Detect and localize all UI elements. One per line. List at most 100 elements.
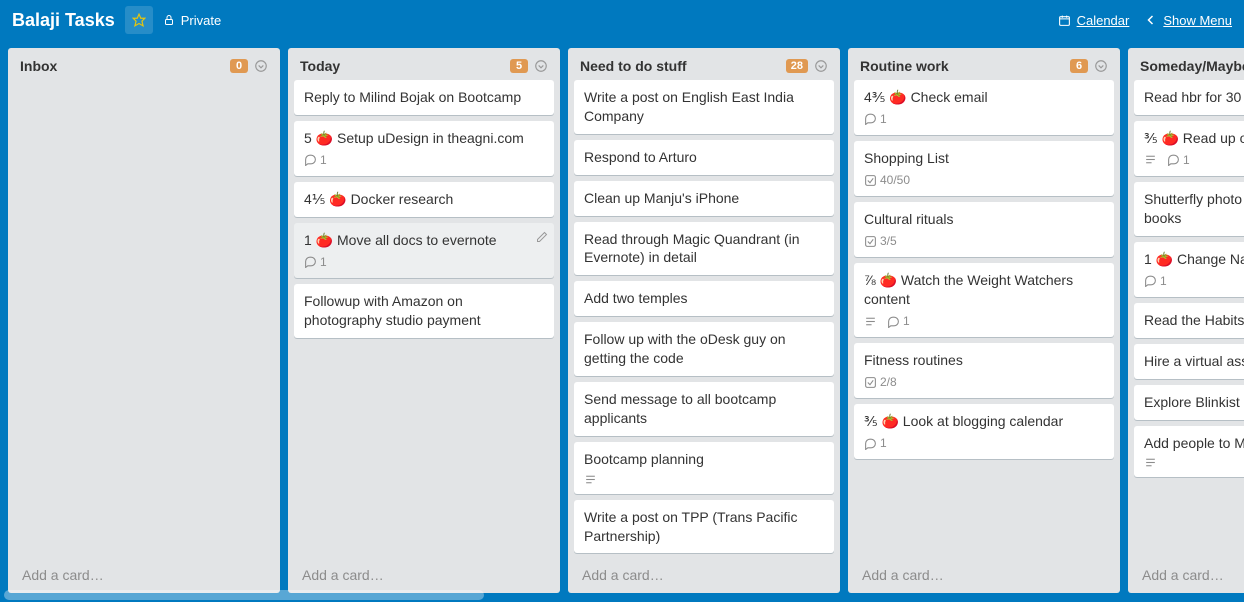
- list-header[interactable]: Inbox0: [14, 54, 274, 80]
- card[interactable]: 5 🍅 Setup uDesign in theagni.com 1: [294, 121, 554, 176]
- list: Today5Reply to Milind Bojak on Bootcamp 5…: [288, 48, 560, 593]
- card[interactable]: 1 🍅 Change Na subscription to M1: [1134, 242, 1244, 297]
- board-canvas[interactable]: Inbox0Add a card…Today5Reply to Milind B…: [0, 44, 1244, 602]
- add-card-button[interactable]: Add a card…: [854, 561, 1114, 589]
- privacy-label: Private: [181, 13, 221, 28]
- card[interactable]: Write a post on English East India Compa…: [574, 80, 834, 134]
- card-badges: [1144, 456, 1244, 469]
- checklist-badge: 40/50: [864, 172, 910, 188]
- card[interactable]: Add two temples: [574, 281, 834, 316]
- cards-container: Reply to Milind Bojak on Bootcamp 5 🍅 Set…: [294, 80, 554, 561]
- card[interactable]: Bootcamp planning: [574, 442, 834, 494]
- comment-icon: [304, 255, 317, 268]
- card[interactable]: Read the Habits: [1134, 303, 1244, 338]
- list: Someday/MaybeRead hbr for 30 m ⅗ 🍅 Read u…: [1128, 48, 1244, 593]
- list-menu-button[interactable]: [814, 59, 828, 73]
- card[interactable]: Clean up Manju's iPhone: [574, 181, 834, 216]
- add-card-button[interactable]: Add a card…: [14, 561, 274, 589]
- list: Need to do stuff28 Write a post on Englis…: [568, 48, 840, 593]
- card-text: 4⅕ 🍅 Docker research: [304, 190, 544, 209]
- comment-icon: [304, 153, 317, 166]
- card-text: ⅗ 🍅 Look at blogging calendar: [864, 412, 1104, 431]
- card[interactable]: Add people to M website: [1134, 426, 1244, 478]
- list-header[interactable]: Today5: [294, 54, 554, 80]
- chevron-down-icon: [1094, 59, 1108, 73]
- card-badges: [584, 473, 824, 486]
- edit-card-button[interactable]: [536, 231, 548, 243]
- comment-icon: [864, 112, 877, 125]
- card-badges: 3/5: [864, 233, 1104, 249]
- list-header[interactable]: Someday/Maybe: [1134, 54, 1244, 80]
- card[interactable]: ⅗ 🍅 Look at blogging calendar1: [854, 404, 1114, 459]
- chevron-down-icon: [534, 59, 548, 73]
- card-text: Add two temples: [584, 289, 824, 308]
- card[interactable]: Read hbr for 30 m: [1134, 80, 1244, 115]
- list-title: Inbox: [20, 58, 230, 74]
- card[interactable]: Fitness routines2/8: [854, 343, 1114, 398]
- description-icon: [1144, 456, 1157, 469]
- card-text: Clean up Manju's iPhone: [584, 189, 824, 208]
- privacy-button[interactable]: Private: [163, 13, 221, 28]
- list: Routine work64⅗ 🍅 Check email1 Shopping L…: [848, 48, 1120, 593]
- card-text: Read through Magic Quandrant (in Evernot…: [584, 230, 824, 268]
- card-text: 5 🍅 Setup uDesign in theagni.com: [304, 129, 544, 148]
- card[interactable]: ⅞ 🍅 Watch the Weight Watchers content1: [854, 263, 1114, 337]
- board-header: Balaji Tasks Private Calendar Show Menu: [0, 0, 1244, 40]
- card-text: Write a post on TPP (Trans Pacific Partn…: [584, 508, 824, 546]
- card-text: Add people to M website: [1144, 434, 1244, 453]
- pencil-icon: [536, 231, 548, 243]
- card[interactable]: Explore Blinkist - summarie: [1134, 385, 1244, 420]
- card[interactable]: Followup with Amazon on photography stud…: [294, 284, 554, 338]
- card[interactable]: 1 🍅 Move all docs to evernote1: [294, 223, 554, 278]
- card-badges: 1: [1144, 152, 1244, 168]
- card[interactable]: Send message to all bootcamp applicants: [574, 382, 834, 436]
- star-button[interactable]: [125, 6, 153, 34]
- add-card-button[interactable]: Add a card…: [1134, 561, 1244, 589]
- description-badge: [584, 473, 597, 486]
- calendar-link[interactable]: Calendar: [1058, 13, 1130, 28]
- card-text: Send message to all bootcamp applicants: [584, 390, 824, 428]
- checklist-badge: 3/5: [864, 233, 897, 249]
- card-text: Cultural rituals: [864, 210, 1104, 229]
- card-text: Hire a virtual ass: [1144, 352, 1244, 371]
- list-menu-button[interactable]: [254, 59, 268, 73]
- comments-badge: 1: [887, 313, 910, 329]
- list-header[interactable]: Routine work6: [854, 54, 1114, 80]
- star-icon: [132, 13, 146, 27]
- calendar-icon: [1058, 14, 1071, 27]
- chevron-down-icon: [814, 59, 828, 73]
- card[interactable]: Cultural rituals 3/5: [854, 202, 1114, 257]
- card[interactable]: Shopping List40/50: [854, 141, 1114, 196]
- list-header[interactable]: Need to do stuff28: [574, 54, 834, 80]
- card[interactable]: Reply to Milind Bojak on Bootcamp: [294, 80, 554, 115]
- card[interactable]: Shutterfly photo https://www.shut books: [1134, 182, 1244, 236]
- comments-badge: 1: [1167, 152, 1190, 168]
- card-text: Followup with Amazon on photography stud…: [304, 292, 544, 330]
- card-badges: 1: [304, 152, 544, 168]
- chevron-down-icon: [254, 59, 268, 73]
- add-card-button[interactable]: Add a card…: [574, 561, 834, 589]
- list-menu-button[interactable]: [534, 59, 548, 73]
- card[interactable]: Read through Magic Quandrant (in Evernot…: [574, 222, 834, 276]
- card[interactable]: ⅗ 🍅 Read up on1: [1134, 121, 1244, 176]
- card[interactable]: 4⅗ 🍅 Check email1: [854, 80, 1114, 135]
- horizontal-scrollbar[interactable]: [4, 590, 484, 600]
- card-text: Write a post on English East India Compa…: [584, 88, 824, 126]
- list-title: Routine work: [860, 58, 1070, 74]
- show-menu-link[interactable]: Show Menu: [1145, 13, 1232, 28]
- cards-container: Read hbr for 30 m ⅗ 🍅 Read up on1 Shutterf…: [1134, 80, 1244, 561]
- card-text: Follow up with the oDesk guy on getting …: [584, 330, 824, 368]
- card-text: Shutterfly photo https://www.shut books: [1144, 190, 1244, 228]
- card[interactable]: Hire a virtual ass: [1134, 344, 1244, 379]
- chevron-left-icon: [1145, 14, 1157, 26]
- list-title: Need to do stuff: [580, 58, 786, 74]
- card[interactable]: Follow up with the oDesk guy on getting …: [574, 322, 834, 376]
- card[interactable]: 4⅕ 🍅 Docker research: [294, 182, 554, 217]
- card[interactable]: Write a post on TPP (Trans Pacific Partn…: [574, 500, 834, 554]
- comment-icon: [1167, 153, 1180, 166]
- card[interactable]: Respond to Arturo: [574, 140, 834, 175]
- add-card-button[interactable]: Add a card…: [294, 561, 554, 589]
- list-menu-button[interactable]: [1094, 59, 1108, 73]
- comment-icon: [1144, 274, 1157, 287]
- comment-icon: [887, 315, 900, 328]
